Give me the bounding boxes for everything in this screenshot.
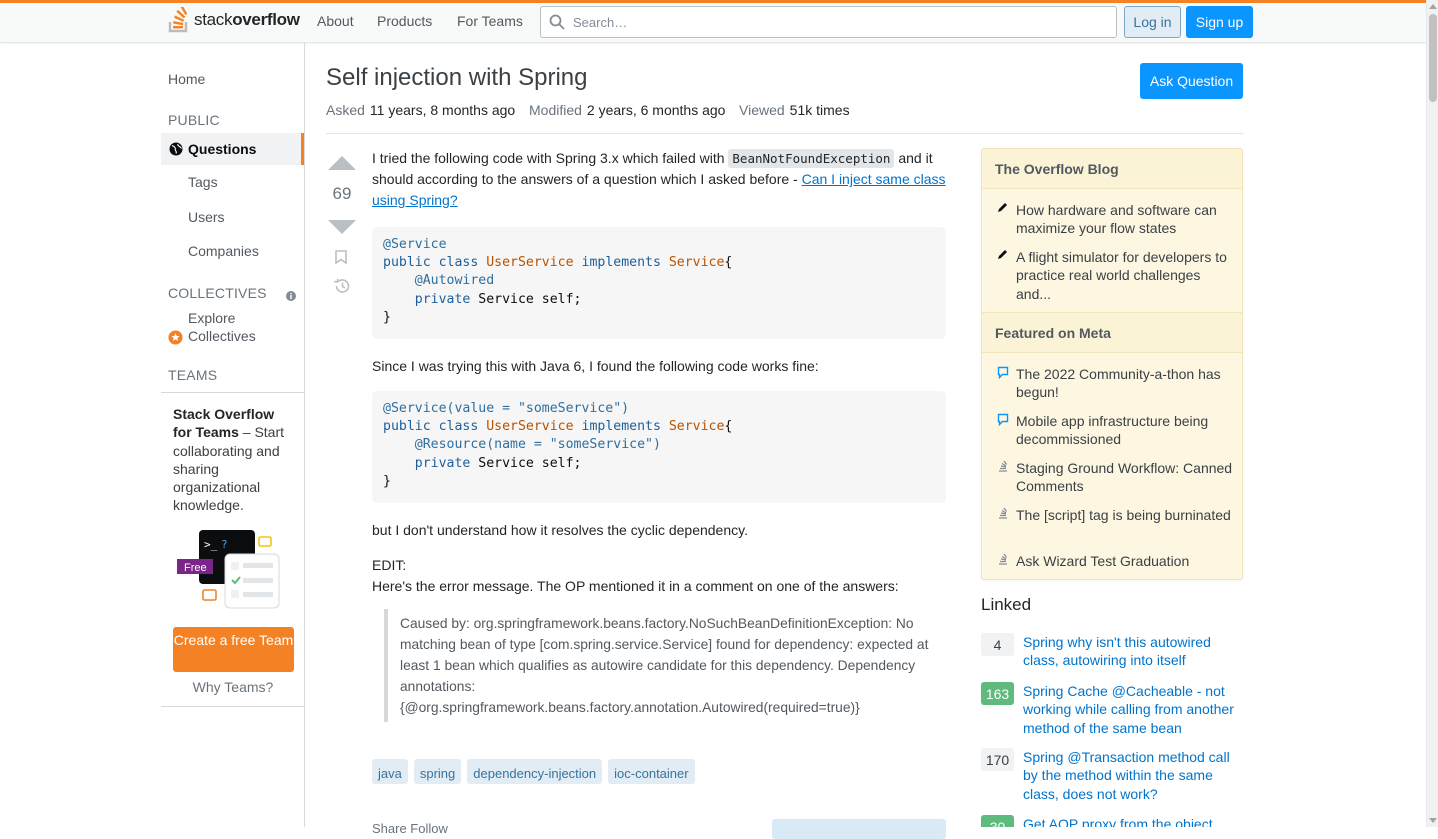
error-blockquote: Caused by: org.springframework.beans.fac…: [384, 609, 936, 722]
site-logo[interactable]: stackoverflow: [168, 5, 300, 35]
linked-heading: Linked: [981, 595, 1032, 614]
sidebar-item-label: Explore Collectives: [188, 310, 256, 344]
scroll-up-arrow-icon[interactable]: [1429, 4, 1437, 9]
sidebar-item-companies[interactable]: Companies: [188, 243, 259, 259]
search-box[interactable]: [540, 6, 1117, 38]
globe-icon: [169, 142, 183, 156]
stack-exchange-icon: [999, 553, 1008, 565]
linked-question-link[interactable]: Spring why isn't this autowired class, a…: [1023, 633, 1238, 670]
modified-meta: Modified 2 years, 6 months ago: [529, 102, 726, 118]
tag-dependency-injection[interactable]: dependency-injection: [467, 759, 603, 784]
login-button[interactable]: Log in: [1124, 6, 1181, 38]
question-paragraph-2: Since I was trying this with Java 6, I f…: [372, 358, 819, 374]
header-divider: [326, 133, 1243, 134]
meta-item[interactable]: Staging Ground Workflow: Canned Comments: [995, 459, 1235, 496]
signup-button[interactable]: Sign up: [1186, 6, 1253, 38]
pencil-icon: [998, 203, 1007, 212]
history-icon[interactable]: [333, 278, 350, 294]
overflow-blog-widget: The Overflow Blog How hardware and softw…: [981, 148, 1243, 580]
inline-code: BeanNotFoundException: [728, 149, 895, 168]
question-paragraph-1: I tried the following code with Spring 3…: [372, 149, 946, 208]
svg-text:>_: >_: [204, 538, 218, 551]
vote-count: 69: [332, 184, 352, 203]
logo-wordmark: stackoverflow: [194, 10, 300, 29]
nav-about[interactable]: About: [317, 13, 354, 29]
page-scrollbar[interactable]: [1426, 0, 1438, 827]
info-icon[interactable]: [286, 291, 296, 301]
edit-label: EDIT:: [372, 557, 407, 573]
top-bar: stackoverflow About Products For Teams L…: [0, 0, 1426, 43]
teams-promo: Stack Overflow for Teams – Start collabo…: [161, 392, 305, 707]
code-block-1: @Service public class UserService implem…: [372, 227, 946, 339]
tag-java[interactable]: java: [372, 759, 408, 784]
create-team-button[interactable]: Create a free Team: [173, 627, 294, 672]
stack-exchange-icon: [999, 507, 1008, 519]
pencil-icon: [998, 250, 1007, 259]
nav-products[interactable]: Products: [377, 13, 432, 29]
linked-question-link[interactable]: Get AOP proxy from the object itself: [1023, 815, 1238, 827]
svg-text:?: ?: [221, 538, 228, 551]
featured-meta-heading: Featured on Meta: [982, 312, 1242, 353]
nav-for-teams[interactable]: For Teams: [457, 13, 523, 29]
tag-ioc-container[interactable]: ioc-container: [608, 759, 695, 784]
left-sidebar: Home PUBLIC Questions Tags Users Compani…: [161, 43, 305, 827]
meta-item[interactable]: The [script] tag is being burninated: [995, 506, 1235, 524]
teams-description: Stack Overflow for Teams – Start collabo…: [173, 406, 285, 514]
blog-heading: The Overflow Blog: [982, 148, 1242, 189]
collectives-star-icon: [168, 330, 183, 345]
comment-icon: [997, 366, 1009, 379]
question-paragraph-3: but I don't understand how it resolves t…: [372, 522, 748, 538]
scrollbar-thumb[interactable]: [1429, 14, 1437, 102]
blog-item[interactable]: A flight simulator for developers to pra…: [995, 248, 1235, 303]
stack-exchange-icon: [999, 460, 1008, 472]
viewed-meta: Viewed 51k times: [739, 102, 850, 118]
free-badge: Free: [184, 562, 207, 574]
search-icon: [549, 14, 565, 30]
why-teams-link[interactable]: Why Teams?: [161, 679, 305, 695]
meta-item[interactable]: The 2022 Community-a-thon has begun!: [995, 365, 1235, 402]
user-card: [772, 819, 946, 839]
tag-list: java spring dependency-injection ioc-con…: [372, 759, 695, 784]
scroll-down-arrow-icon[interactable]: [1429, 818, 1437, 823]
blog-item[interactable]: How hardware and software can maximize y…: [995, 201, 1235, 238]
share-follow-links[interactable]: Share Follow: [372, 818, 448, 839]
ask-question-button[interactable]: Ask Question: [1140, 63, 1243, 99]
linked-score: 170: [981, 748, 1014, 771]
sidebar-section-teams: TEAMS: [168, 367, 218, 383]
meta-item[interactable]: Ask Wizard Test Graduation: [995, 552, 1235, 570]
linked-question-link[interactable]: Spring @Transaction method call by the m…: [1023, 748, 1238, 803]
question-title[interactable]: Self injection with Spring: [326, 64, 587, 92]
linked-score-accepted: 163: [981, 682, 1014, 705]
sidebar-item-questions[interactable]: Questions: [161, 133, 304, 165]
sidebar-item-tags[interactable]: Tags: [188, 174, 218, 190]
downvote-arrow-icon[interactable]: [328, 220, 356, 234]
linked-score-accepted: 30: [981, 815, 1014, 827]
sidebar-item-label: Questions: [188, 141, 257, 157]
sidebar-item-users[interactable]: Users: [188, 209, 225, 225]
search-input[interactable]: [571, 7, 1111, 37]
sidebar-section-public: PUBLIC: [168, 112, 220, 128]
linked-score: 4: [981, 633, 1014, 656]
question-paragraph-4: Here's the error message. The OP mention…: [372, 578, 899, 594]
sidebar-section-collectives: COLLECTIVES: [168, 285, 267, 301]
tag-spring[interactable]: spring: [413, 759, 462, 784]
comment-icon: [997, 413, 1009, 426]
sidebar-item-home[interactable]: Home: [168, 71, 205, 87]
upvote-arrow-icon[interactable]: [328, 156, 356, 170]
code-block-2: @Service(value = "someService") public c…: [372, 391, 946, 503]
linked-question-link[interactable]: Spring Cache @Cacheable - not working wh…: [1023, 682, 1238, 737]
bookmark-icon[interactable]: [335, 250, 347, 264]
asked-meta: Asked 11 years, 8 months ago: [326, 102, 516, 118]
linked-question[interactable]: 30 Get AOP proxy from the object itself: [981, 815, 1243, 827]
stack-overflow-logo-icon: [168, 7, 188, 33]
meta-item[interactable]: Mobile app infrastructure being decommis…: [995, 412, 1235, 449]
